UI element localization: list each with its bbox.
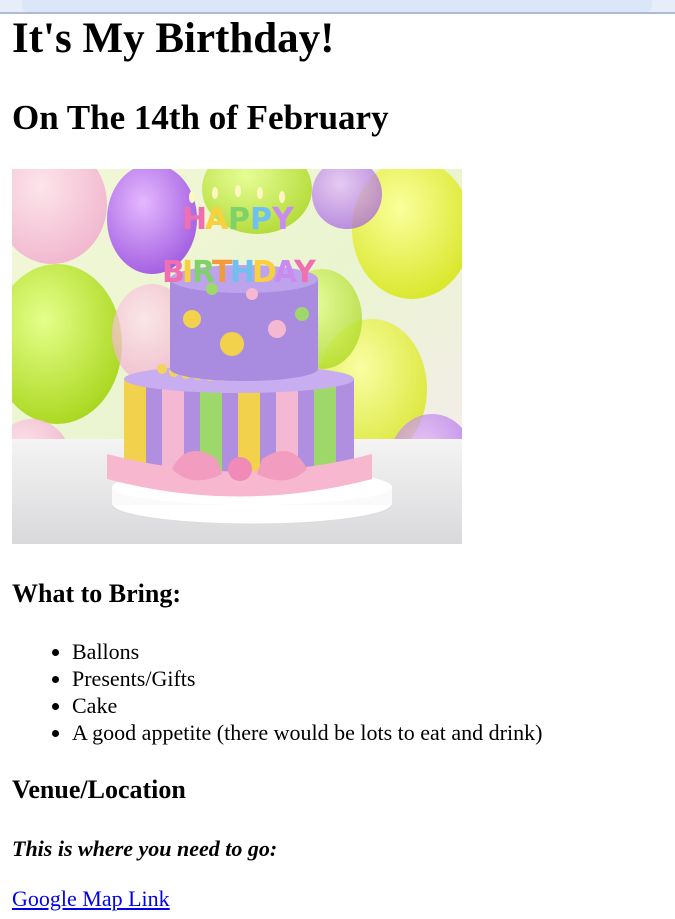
- list-item: Presents/Gifts: [72, 665, 542, 692]
- list-item: Cake: [72, 692, 542, 719]
- list-item: Ballons: [72, 638, 542, 665]
- page-title: It's My Birthday!: [12, 15, 335, 62]
- svg-text:P: P: [250, 202, 272, 237]
- svg-text:A: A: [205, 202, 229, 237]
- svg-text:P: P: [228, 202, 250, 237]
- browser-top-strip: [0, 0, 675, 14]
- birthday-cake-image: H A P P Y B I R T H D A Y: [12, 169, 462, 544]
- list-item: A good appetite (there would be lots to …: [72, 719, 542, 746]
- browser-tab-edge[interactable]: [22, 0, 652, 12]
- bring-list: Ballons Presents/Gifts Cake A good appet…: [12, 638, 542, 746]
- directions-note: This is where you need to go:: [12, 836, 278, 861]
- what-to-bring-heading: What to Bring:: [12, 579, 181, 608]
- svg-text:Y: Y: [271, 202, 295, 237]
- google-map-link[interactable]: Google Map Link: [12, 885, 170, 913]
- svg-text:H: H: [182, 202, 207, 237]
- svg-text:Y: Y: [293, 255, 317, 290]
- date-heading: On The 14th of February: [12, 98, 389, 137]
- venue-heading: Venue/Location: [12, 775, 186, 804]
